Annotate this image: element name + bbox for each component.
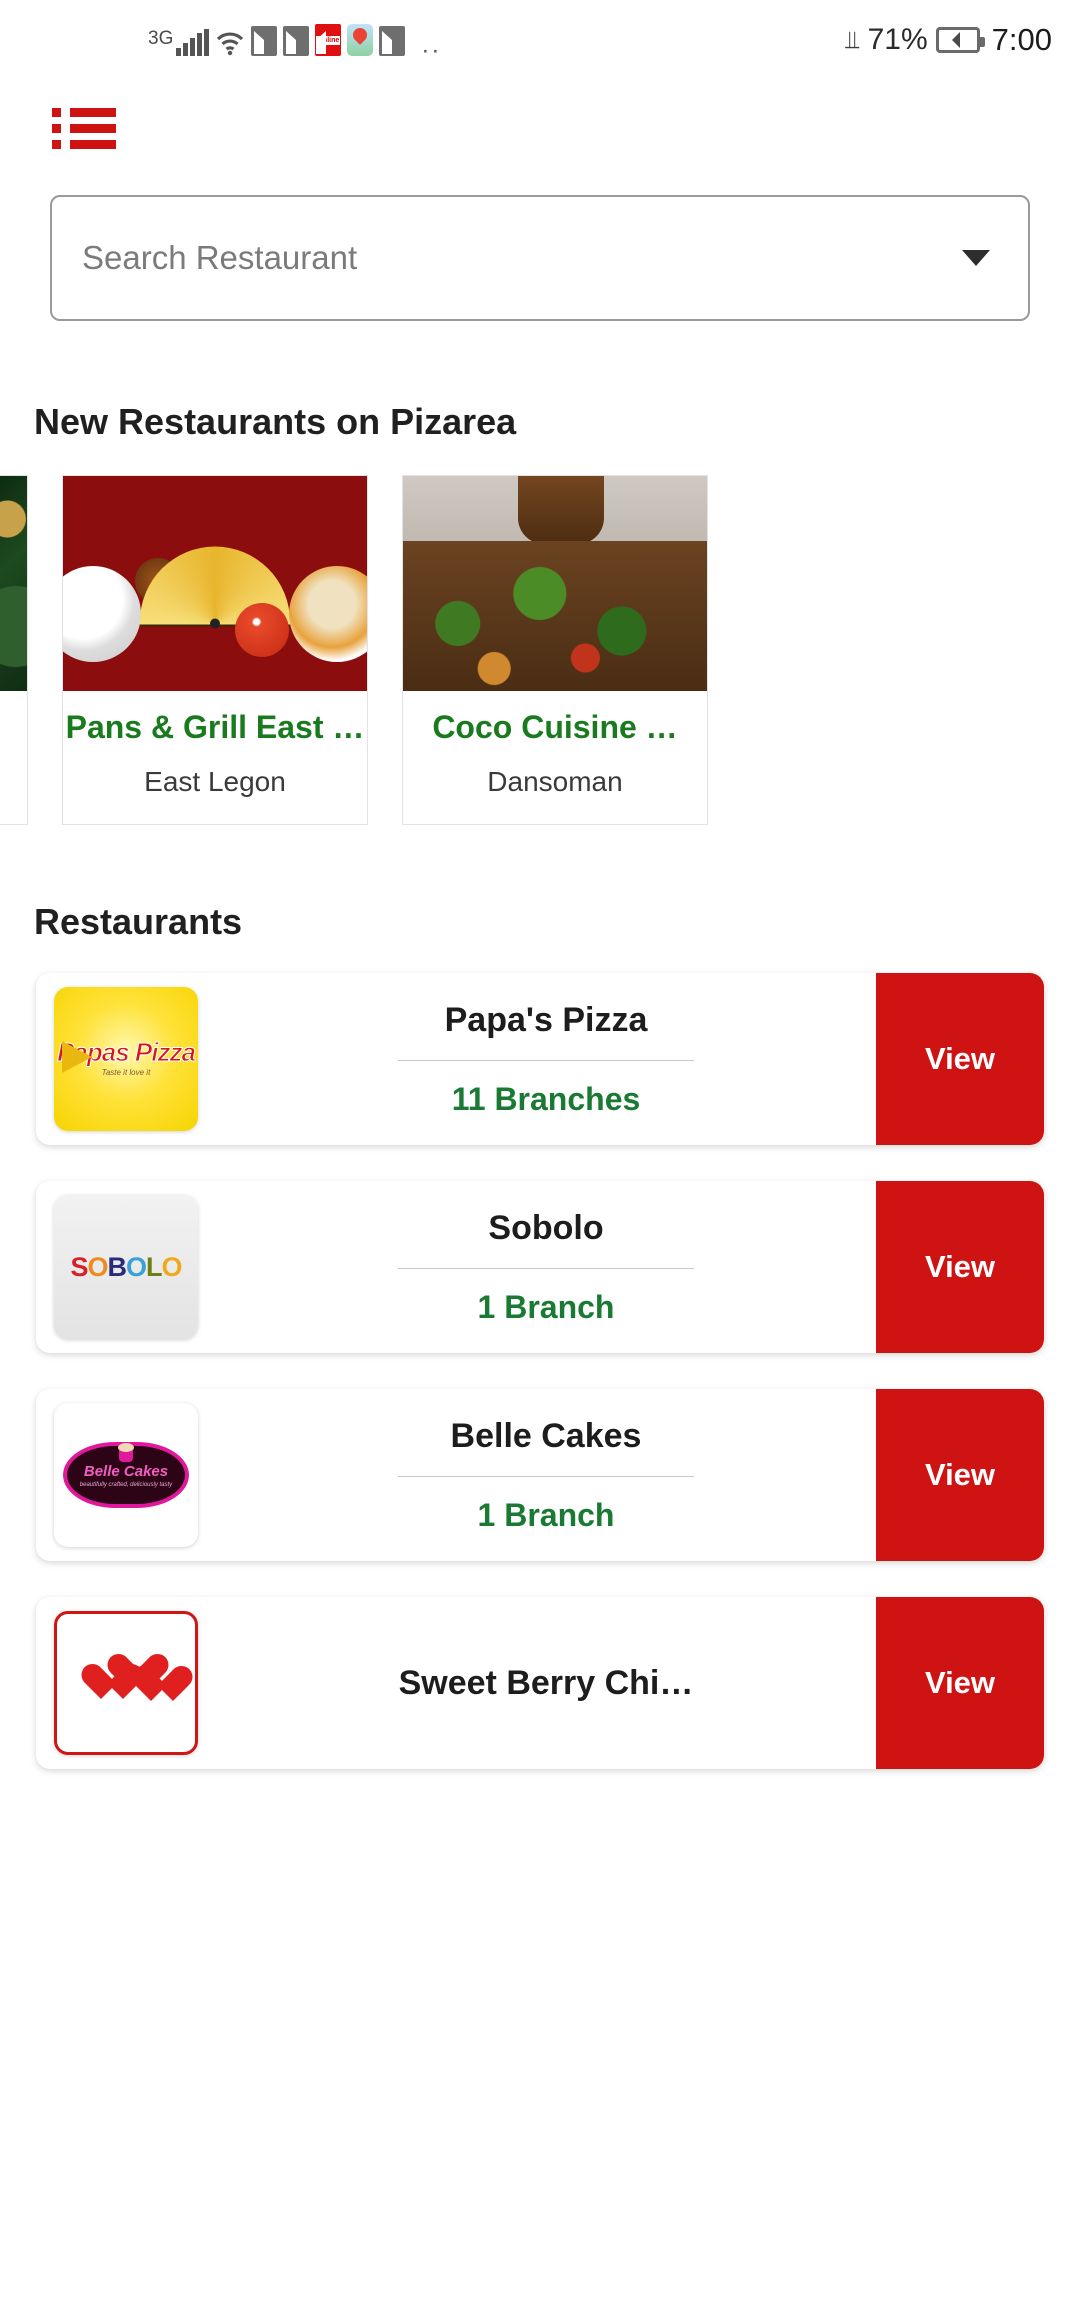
restaurant-card-image xyxy=(0,476,27,691)
chevron-down-icon[interactable] xyxy=(962,250,990,266)
table-row[interactable]: Papas Pizza Taste it love it Papa's Pizz… xyxy=(36,973,1044,1145)
view-button[interactable]: View xyxy=(876,973,1044,1145)
menu-line xyxy=(52,108,116,117)
logo-badge-decor: Belle Cakes beautifully crafted, delicio… xyxy=(63,1442,189,1508)
cupcake-icon xyxy=(118,1443,134,1462)
restaurant-info-cell: Belle Cakes 1 Branch xyxy=(216,1389,876,1561)
restaurant-logo-cell xyxy=(36,1597,216,1769)
branch-count: 1 Branch xyxy=(477,1496,615,1533)
restaurant-name: Sweet Berry Chi… xyxy=(398,1663,694,1702)
restaurant-card-name: Coco Cuisine … xyxy=(432,709,678,745)
network-type-label: 3G xyxy=(148,28,174,49)
menu-bullet xyxy=(52,108,61,117)
menu-bullet xyxy=(52,124,61,133)
tomato-decor xyxy=(235,602,289,657)
restaurant-info-cell: Sweet Berry Chi… xyxy=(216,1597,876,1769)
restaurant-name: Sobolo xyxy=(488,1208,604,1247)
restaurant-card-location: Dansoman xyxy=(487,766,623,797)
header-bar xyxy=(0,80,1080,149)
divider xyxy=(398,1059,694,1061)
restaurant-card-name: Pans & Grill East … xyxy=(65,709,365,745)
menu-bar xyxy=(70,124,116,133)
restaurant-card-meta: Pans & Grill East … East Legon xyxy=(63,691,367,824)
logo-wordmark: SOBOLO xyxy=(70,1251,182,1282)
view-button[interactable]: View xyxy=(876,1181,1044,1353)
heart-icon xyxy=(131,1667,171,1703)
vibrate-icon: ⫫ xyxy=(845,25,860,54)
mail-icon xyxy=(251,26,295,56)
restaurant-name: Papa's Pizza xyxy=(444,1000,648,1039)
clock-label: 7:00 xyxy=(991,22,1052,57)
restaurant-card-image xyxy=(63,476,367,691)
branch-count: 11 Branches xyxy=(451,1080,641,1117)
menu-bar xyxy=(70,140,116,149)
food-decor xyxy=(403,541,707,691)
menu-bar xyxy=(70,108,116,117)
battery-charging-icon xyxy=(935,27,985,53)
restaurant-card-location: East Legon xyxy=(144,766,286,797)
status-bar: 3G Online ··· ⫫ 71% 7:00 xyxy=(0,0,1080,80)
status-bar-left: 3G Online ··· xyxy=(28,24,846,63)
view-button[interactable]: View xyxy=(876,1597,1044,1769)
restaurants-list: Papas Pizza Taste it love it Papa's Pizz… xyxy=(0,973,1080,1769)
signal-bars-icon xyxy=(176,29,210,56)
branch-count: 1 Branch xyxy=(477,1288,615,1325)
status-bar-right: ⫫ 71% 7:00 xyxy=(846,22,1052,58)
map-pin-icon xyxy=(347,24,374,56)
search-section: Search Restaurant xyxy=(0,149,1080,321)
mail-icon xyxy=(379,26,423,56)
table-row[interactable]: Sweet Berry Chi… View xyxy=(36,1597,1044,1769)
restaurant-card-meta: Coco Cuisine … Dansoman xyxy=(403,691,707,824)
mail-icon xyxy=(283,26,327,56)
menu-line xyxy=(52,140,116,149)
restaurants-heading: Restaurants xyxy=(34,901,243,942)
divider xyxy=(398,1475,694,1477)
restaurant-name: Belle Cakes xyxy=(450,1416,642,1455)
pizza-slice-decor xyxy=(62,1041,92,1073)
wifi-icon xyxy=(215,30,245,56)
sweet-berry-logo xyxy=(54,1611,198,1755)
bowl-decor xyxy=(63,566,141,663)
sobolo-logo: SOBOLO xyxy=(54,1195,198,1339)
restaurant-card[interactable] xyxy=(0,475,28,825)
restaurant-card-image xyxy=(403,476,707,691)
restaurant-card[interactable]: Pans & Grill East … East Legon xyxy=(62,475,368,825)
restaurant-card-meta xyxy=(0,691,27,824)
restaurant-card[interactable]: Coco Cuisine … Dansoman xyxy=(402,475,708,825)
menu-line xyxy=(52,124,116,133)
papas-pizza-logo: Papas Pizza Taste it love it xyxy=(54,987,198,1131)
restaurant-logo-cell: SOBOLO xyxy=(36,1181,216,1353)
belle-cakes-logo: Belle Cakes beautifully crafted, delicio… xyxy=(54,1403,198,1547)
divider xyxy=(398,1267,694,1269)
new-restaurants-carousel[interactable]: Pans & Grill East … East Legon Coco Cuis… xyxy=(0,475,1080,825)
view-button[interactable]: View xyxy=(876,1389,1044,1561)
logo-wordmark: Belle Cakes xyxy=(83,1462,169,1480)
bowl-decor xyxy=(289,566,367,663)
restaurant-logo-cell: Papas Pizza Taste it love it xyxy=(36,973,216,1145)
hearts-decor xyxy=(81,1655,171,1711)
table-row[interactable]: SOBOLO Sobolo 1 Branch View xyxy=(36,1181,1044,1353)
list-menu-icon[interactable] xyxy=(52,108,116,149)
search-restaurant-dropdown[interactable]: Search Restaurant xyxy=(50,195,1030,321)
restaurant-info-cell: Sobolo 1 Branch xyxy=(216,1181,876,1353)
table-row[interactable]: Belle Cakes beautifully crafted, delicio… xyxy=(36,1389,1044,1561)
pot-decor xyxy=(518,476,605,544)
logo-tagline: beautifully crafted, deliciously tasty xyxy=(79,1481,173,1488)
battery-percent-label: 71% xyxy=(867,23,928,56)
menu-bullet xyxy=(52,140,61,149)
new-restaurants-heading: New Restaurants on Pizarea xyxy=(34,401,517,442)
restaurant-logo-cell: Belle Cakes beautifully crafted, delicio… xyxy=(36,1389,216,1561)
restaurant-info-cell: Papa's Pizza 11 Branches xyxy=(216,973,876,1145)
search-input[interactable]: Search Restaurant xyxy=(82,239,962,277)
